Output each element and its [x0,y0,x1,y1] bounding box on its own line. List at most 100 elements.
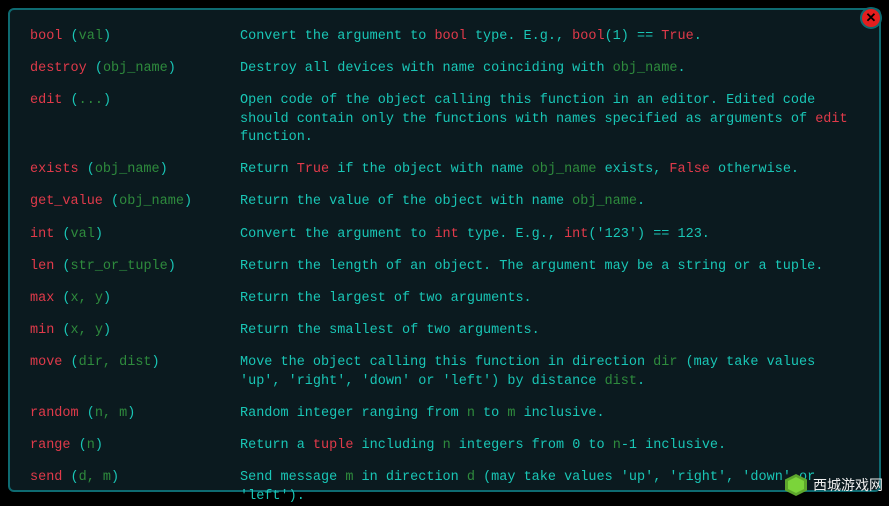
paren-close: ) [168,259,176,274]
function-description: Convert the argument to bool type. E.g.,… [240,28,859,46]
function-param: n, m [95,406,127,421]
paren-close: ) [103,323,111,338]
function-name: edit [30,93,62,108]
desc-text: Destroy all devices with name coinciding… [240,61,613,76]
desc-text: in direction [353,470,466,485]
keyword-text: True [297,162,329,177]
close-icon: ✕ [866,12,877,25]
desc-text: exists, [596,162,669,177]
function-description: Return True if the object with name obj_… [240,161,859,179]
param-ref-text: obj_name [613,61,678,76]
desc-text: type. E.g., [467,29,572,44]
function-row: get_value (obj_name)Return the value of … [30,193,859,211]
function-description: Return the smallest of two arguments. [240,322,859,340]
keyword-text: bool [434,29,466,44]
desc-text: including [353,438,442,453]
param-ref-text: obj_name [532,162,597,177]
param-ref-text: n [613,438,621,453]
paren-open: ( [71,93,79,108]
desc-text: (1) == [605,29,662,44]
keyword-text: edit [815,112,847,127]
function-name: send [30,470,62,485]
desc-text: Return the length of an object. The argu… [240,259,823,274]
function-param: n [87,438,95,453]
paren-open: ( [95,61,103,76]
function-name: range [30,438,71,453]
function-param: dir, dist [79,355,152,370]
close-button[interactable]: ✕ [860,7,882,29]
function-signature: random (n, m) [30,405,240,423]
paren-close: ) [184,194,192,209]
function-param: x, y [71,291,103,306]
param-ref-text: n [467,406,475,421]
function-description: Return a tuple including n integers from… [240,437,859,455]
function-name: len [30,259,54,274]
paren-close: ) [103,93,111,108]
desc-text: function. [240,130,313,145]
desc-text: inclusive. [515,406,604,421]
function-param: d, m [79,470,111,485]
desc-text: Random integer ranging from [240,406,467,421]
function-signature: exists (obj_name) [30,161,240,179]
function-row: len (str_or_tuple)Return the length of a… [30,258,859,276]
desc-text: Move the object calling this function in… [240,355,653,370]
function-row: random (n, m)Random integer ranging from… [30,405,859,423]
function-signature: range (n) [30,437,240,455]
function-name: max [30,291,54,306]
desc-text: otherwise. [710,162,799,177]
function-row: bool (val)Convert the argument to bool t… [30,28,859,46]
function-param: obj_name [95,162,160,177]
function-signature: get_value (obj_name) [30,193,240,211]
param-ref-text: d [467,470,475,485]
paren-open: ( [71,29,79,44]
function-name: int [30,227,54,242]
desc-text: -1 inclusive. [621,438,726,453]
paren-open: ( [62,291,70,306]
paren-open: ( [62,259,70,274]
paren-open: ( [71,355,79,370]
function-row: edit (...)Open code of the object callin… [30,92,859,147]
desc-text: . [677,61,685,76]
paren-open: ( [87,406,95,421]
function-description: Return the value of the object with name… [240,193,859,211]
function-signature: len (str_or_tuple) [30,258,240,276]
desc-text: Open code of the object calling this fun… [240,93,815,126]
paren-close: ) [95,438,103,453]
paren-open: ( [62,227,70,242]
function-name: exists [30,162,79,177]
function-description: Open code of the object calling this fun… [240,92,859,147]
function-name: get_value [30,194,103,209]
help-panel: ✕ bool (val)Convert the argument to bool… [8,8,881,492]
function-description: Convert the argument to int type. E.g., … [240,226,859,244]
function-param: val [79,29,103,44]
desc-text: type. E.g., [459,227,564,242]
paren-open: ( [62,323,70,338]
function-row: max (x, y)Return the largest of two argu… [30,290,859,308]
function-name: min [30,323,54,338]
paren-close: ) [111,470,119,485]
keyword-text: False [669,162,710,177]
function-description: Return the length of an object. The argu… [240,258,859,276]
function-signature: min (x, y) [30,322,240,340]
desc-text: Return [240,162,297,177]
keyword-text: True [661,29,693,44]
function-signature: int (val) [30,226,240,244]
function-signature: bool (val) [30,28,240,46]
keyword-text: bool [572,29,604,44]
desc-text: Convert the argument to [240,29,434,44]
desc-text: . [637,194,645,209]
function-param: val [71,227,95,242]
paren-close: ) [168,61,176,76]
desc-text: . [637,374,645,389]
function-name: bool [30,29,62,44]
function-description: Send message m in direction d (may take … [240,469,859,505]
function-name: move [30,355,62,370]
function-param: obj_name [103,61,168,76]
paren-close: ) [152,355,160,370]
paren-close: ) [160,162,168,177]
desc-text: Return a [240,438,313,453]
function-row: range (n)Return a tuple including n inte… [30,437,859,455]
function-param: x, y [71,323,103,338]
desc-text: Return the smallest of two arguments. [240,323,540,338]
function-description: Return the largest of two arguments. [240,290,859,308]
